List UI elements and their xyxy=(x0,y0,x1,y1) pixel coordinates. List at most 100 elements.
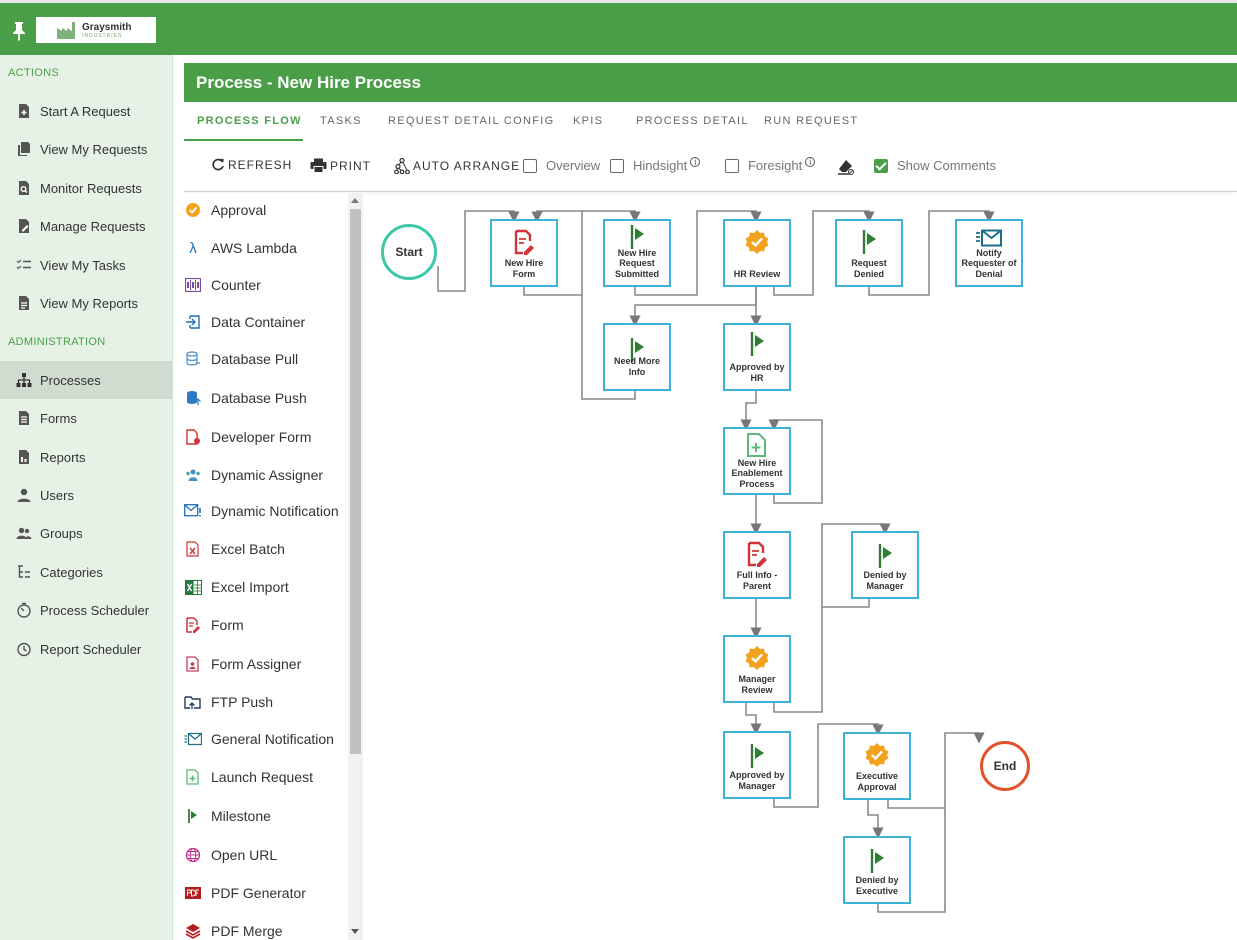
pdf-icon xyxy=(184,884,202,902)
dynamic-notification-icon xyxy=(184,502,202,520)
tab-process-flow[interactable]: PROCESS FLOW xyxy=(197,115,302,127)
palette-item-excel-import[interactable]: Excel Import xyxy=(174,572,348,602)
nav-reports[interactable]: Reports xyxy=(0,438,173,476)
form-icon xyxy=(16,410,32,426)
checkbox-box xyxy=(523,158,537,173)
palette-label: Launch Request xyxy=(211,769,313,785)
palette-label: Form xyxy=(211,617,244,633)
step-palette: Approval λ AWS Lambda Counter Data Conta… xyxy=(174,193,364,940)
palette-item-dynamic-notification[interactable]: Dynamic Notification xyxy=(174,496,348,526)
tab-tasks[interactable]: TASKS xyxy=(320,115,362,127)
info-icon[interactable]: i xyxy=(805,156,816,167)
refresh-icon xyxy=(212,158,224,171)
print-label: PRINT xyxy=(330,158,371,173)
start-label: Start xyxy=(395,245,423,259)
flow-node-request-denied[interactable]: Request Denied xyxy=(835,219,903,287)
tab-request-detail-config[interactable]: REQUEST DETAIL CONFIG xyxy=(388,115,554,127)
flow-node-notify-requester-of-denial[interactable]: Notify Requester of Denial xyxy=(955,219,1023,287)
hindsight-checkbox[interactable]: Hindsight i xyxy=(610,156,701,173)
show-comments-checkbox[interactable]: Show Comments xyxy=(874,158,996,173)
launch-request-icon xyxy=(184,768,202,786)
palette-item-launch-request[interactable]: Launch Request xyxy=(174,762,348,792)
flow-node-denied-by-executive[interactable]: Denied by Executive xyxy=(843,836,911,904)
nav-groups[interactable]: Groups xyxy=(0,514,173,552)
scroll-up-arrow[interactable] xyxy=(351,198,359,203)
report-icon xyxy=(16,295,32,311)
palette-item-aws-lambda[interactable]: λ AWS Lambda xyxy=(174,233,348,263)
palette-item-form[interactable]: Form xyxy=(174,610,348,640)
flow-node-manager-review[interactable]: Manager Review xyxy=(723,635,791,703)
palette-item-form-assigner[interactable]: Form Assigner xyxy=(174,649,348,679)
flow-node-need-more-info[interactable]: Need More Info xyxy=(603,323,671,391)
palette-item-milestone[interactable]: Milestone xyxy=(174,801,348,831)
overview-checkbox[interactable]: Overview xyxy=(523,158,600,173)
flow-node-new-hire-form[interactable]: New Hire Form xyxy=(490,219,558,287)
palette-item-excel-batch[interactable]: Excel Batch xyxy=(174,534,348,564)
end-node[interactable]: End xyxy=(980,741,1030,791)
auto-arrange-button[interactable]: AUTO ARRANGE xyxy=(394,158,520,174)
nav-view-my-tasks[interactable]: View My Tasks xyxy=(0,246,173,284)
nav-categories[interactable]: Categories xyxy=(0,553,173,591)
nav-processes[interactable]: Processes xyxy=(0,361,173,399)
palette-item-database-push[interactable]: Database Push xyxy=(174,383,348,413)
nav-label: View My Reports xyxy=(40,295,139,311)
flow-node-denied-by-manager[interactable]: Denied by Manager xyxy=(851,531,919,599)
nav-view-my-requests[interactable]: View My Requests xyxy=(0,130,173,168)
start-node[interactable]: Start xyxy=(381,224,437,280)
nav-users[interactable]: Users xyxy=(0,476,173,514)
flow-node-new-hire-enablement-process[interactable]: New Hire Enablement Process xyxy=(723,427,791,495)
node-label: Request Denied xyxy=(851,258,887,279)
nav-label: Monitor Requests xyxy=(40,180,142,196)
flow-node-new-hire-request-submitted[interactable]: New Hire Request Submitted xyxy=(603,219,671,287)
palette-item-developer-form[interactable]: Developer Form xyxy=(174,422,348,452)
scroll-down-arrow[interactable] xyxy=(351,929,359,934)
palette-item-approval[interactable]: Approval xyxy=(174,195,348,225)
search-file-icon xyxy=(16,180,32,196)
brand-logo[interactable]: Graysmith INDUSTRIES xyxy=(36,17,156,43)
nav-start-a-request[interactable]: Start A Request xyxy=(0,92,173,130)
process-flow-canvas[interactable]: Start End New Hire Form New Hire Request… xyxy=(364,193,1237,940)
palette-item-counter[interactable]: Counter xyxy=(174,270,348,300)
pin-icon[interactable] xyxy=(12,21,26,41)
palette-item-ftp-push[interactable]: FTP Push xyxy=(174,687,348,717)
nav-monitor-requests[interactable]: Monitor Requests xyxy=(0,169,173,207)
nav-manage-requests[interactable]: Manage Requests xyxy=(0,207,173,245)
nav-report-scheduler[interactable]: Report Scheduler xyxy=(0,630,173,668)
flag-icon xyxy=(862,230,876,254)
palette-label: Database Pull xyxy=(211,351,299,367)
palette-item-open-url[interactable]: Open URL xyxy=(174,840,348,870)
flow-node-executive-approval[interactable]: Executive Approval xyxy=(843,732,911,800)
palette-label: Database Push xyxy=(211,390,307,406)
palette-item-dynamic-assigner[interactable]: Dynamic Assigner xyxy=(174,460,348,490)
nav-forms[interactable]: Forms xyxy=(0,399,173,437)
palette-scrollbar[interactable] xyxy=(348,193,363,940)
palette-item-pdf-generator[interactable]: PDF Generator xyxy=(174,878,348,908)
foresight-checkbox[interactable]: Foresight i xyxy=(725,156,816,173)
palette-item-database-pull[interactable]: Database Pull xyxy=(174,344,348,374)
tab-process-detail[interactable]: PROCESS DETAIL xyxy=(636,115,749,127)
tab-kpis[interactable]: KPIS xyxy=(573,115,603,127)
nav-process-scheduler[interactable]: Process Scheduler xyxy=(0,591,173,629)
palette-item-pdf-merge[interactable]: PDF Merge xyxy=(174,916,348,940)
tab-run-request[interactable]: RUN REQUEST xyxy=(764,115,858,127)
refresh-button[interactable]: REFRESH xyxy=(211,158,292,172)
flow-node-full-info-parent[interactable]: Full Info - Parent xyxy=(723,531,791,599)
end-label: End xyxy=(993,759,1017,773)
tab-bar: PROCESS FLOW TASKS REQUEST DETAIL CONFIG… xyxy=(184,109,1237,141)
nav-view-my-reports[interactable]: View My Reports xyxy=(0,284,173,322)
eraser-icon[interactable] xyxy=(837,158,855,176)
flow-node-approved-by-hr[interactable]: Approved by HR xyxy=(723,323,791,391)
scroll-thumb[interactable] xyxy=(350,209,361,754)
palette-item-general-notification[interactable]: General Notification xyxy=(174,724,348,754)
info-icon[interactable]: i xyxy=(690,156,701,167)
brand-sub: INDUSTRIES xyxy=(82,33,123,39)
print-button[interactable]: PRINT xyxy=(310,158,371,173)
flow-node-approved-by-manager[interactable]: Approved by Manager xyxy=(723,731,791,799)
factory-logo-icon xyxy=(57,22,75,39)
palette-label: Dynamic Assigner xyxy=(211,467,324,483)
database-pull-icon xyxy=(184,350,202,368)
nav-label: Reports xyxy=(40,449,86,465)
palette-item-data-container[interactable]: Data Container xyxy=(174,307,348,337)
palette-label: FTP Push xyxy=(211,694,273,710)
flow-node-hr-review[interactable]: HR Review xyxy=(723,219,791,287)
